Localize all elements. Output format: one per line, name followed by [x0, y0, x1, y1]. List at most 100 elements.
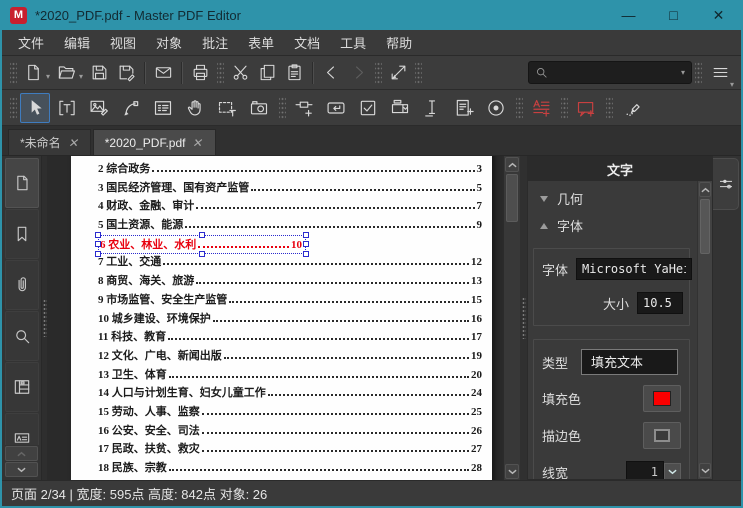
search-panel-button[interactable] — [5, 311, 39, 361]
toc-line[interactable]: 10 城乡建设、环境保护 16 — [98, 310, 482, 329]
toc-line[interactable]: 6 农业、林业、水利 10 — [95, 231, 482, 257]
close-button[interactable]: ✕ — [696, 0, 741, 30]
hand-button[interactable] — [180, 93, 210, 123]
sidebar-scroll-down[interactable] — [5, 462, 38, 477]
toolbar-grip[interactable] — [375, 60, 383, 85]
toc-line[interactable]: 12 文化、广电、新闻出版 19 — [98, 347, 482, 366]
main-menu-button[interactable]: ▾ — [707, 59, 734, 89]
signature-panel-button[interactable] — [5, 413, 39, 445]
search-input[interactable] — [548, 65, 681, 80]
toolbar-grip[interactable] — [695, 60, 702, 85]
attachments-button[interactable] — [5, 260, 39, 310]
document-tab[interactable]: *2020_PDF.pdf ✕ — [92, 129, 216, 155]
copy-button[interactable] — [254, 59, 281, 86]
menu-item[interactable]: 工具 — [330, 30, 376, 55]
fit-content-button[interactable] — [385, 59, 412, 86]
toc-line[interactable]: 14 人口与计划生育、妇女儿童工作 24 — [98, 384, 482, 403]
scroll-down-button[interactable] — [505, 464, 519, 479]
search-box[interactable]: ▾ — [528, 61, 692, 84]
menu-item[interactable]: 文件 — [8, 30, 54, 55]
toolbar-grip[interactable] — [10, 95, 17, 120]
pages-button[interactable] — [5, 158, 39, 208]
snapshot-button[interactable] — [244, 93, 274, 123]
menu-item[interactable]: 视图 — [100, 30, 146, 55]
sidebar-scroll-up[interactable] — [5, 446, 38, 461]
toc-line[interactable]: 17 民政、扶贫、救灾 27 — [98, 440, 482, 459]
menu-item[interactable]: 对象 — [146, 30, 192, 55]
bookmarks-button[interactable] — [5, 209, 39, 259]
toc-line[interactable]: 2 综合政务 3 — [98, 160, 482, 179]
scrollbar-thumb[interactable] — [506, 174, 518, 222]
text-type-dropdown[interactable]: 填充文本 — [581, 349, 679, 375]
toc-line[interactable]: 9 市场监管、安全生产监管 15 — [98, 291, 482, 310]
tab-close-icon[interactable]: ✕ — [67, 136, 80, 150]
section-font[interactable]: 字体 — [528, 212, 697, 239]
text-cursor-button[interactable] — [417, 93, 447, 123]
toolbar-grip[interactable] — [415, 60, 423, 85]
line-width-input[interactable] — [626, 461, 664, 479]
toolbar-grip[interactable] — [516, 95, 523, 120]
line-width-dropdown-button[interactable] — [664, 462, 681, 479]
radio-field-button[interactable] — [481, 93, 511, 123]
enter-key-button[interactable] — [321, 93, 351, 123]
properties-tab-button[interactable] — [713, 158, 739, 210]
document-scrollbar[interactable] — [503, 156, 520, 480]
cut-button[interactable] — [227, 59, 254, 86]
select-text-button[interactable] — [212, 93, 242, 123]
print-button[interactable] — [187, 59, 214, 86]
toolbar-grip[interactable] — [606, 95, 613, 120]
menu-item[interactable]: 帮助 — [376, 30, 422, 55]
save-button[interactable] — [86, 59, 113, 86]
form-listbox-button[interactable] — [148, 93, 178, 123]
toc-line[interactable]: 13 卫生、体育 20 — [98, 366, 482, 385]
dropdown-caret-icon[interactable]: ▾ — [79, 72, 83, 81]
combobox-field-button[interactable] — [385, 93, 415, 123]
menu-item[interactable]: 编辑 — [54, 30, 100, 55]
doc-fields-button[interactable] — [449, 93, 479, 123]
email-button[interactable] — [150, 59, 177, 86]
link-add-button[interactable] — [289, 93, 319, 123]
tab-close-icon[interactable]: ✕ — [192, 136, 205, 150]
toolbar-grip[interactable] — [10, 60, 17, 85]
menu-item[interactable]: 表单 — [238, 30, 284, 55]
panel-splitter[interactable] — [520, 156, 527, 480]
panel-scroll-down[interactable] — [699, 463, 711, 478]
toc-line[interactable]: 5 国土资源、能源 9 — [98, 216, 482, 235]
save-as-button[interactable] — [113, 59, 140, 86]
selection-handle[interactable] — [95, 231, 101, 238]
selection-handle[interactable] — [303, 231, 309, 238]
font-size-input[interactable] — [637, 292, 683, 314]
dropdown-caret-icon[interactable]: ▾ — [46, 72, 50, 81]
menu-item[interactable]: 文档 — [284, 30, 330, 55]
panel-scroll-up[interactable] — [699, 182, 711, 197]
selection-handle[interactable] — [199, 231, 205, 238]
document-tab[interactable]: *未命名 ✕ — [8, 129, 91, 155]
sticky-note-button[interactable] — [571, 93, 601, 123]
scroll-up-button[interactable] — [505, 157, 519, 172]
selection-handle[interactable] — [303, 241, 309, 248]
form-fields-panel-button[interactable] — [5, 362, 39, 412]
paste-button[interactable] — [281, 59, 308, 86]
selection-box[interactable]: 6 农业、林业、水利 10 — [95, 231, 309, 257]
checkbox-field-button[interactable] — [353, 93, 383, 123]
font-name-input[interactable] — [576, 258, 693, 280]
selection-handle[interactable] — [95, 250, 101, 257]
minimize-button[interactable]: — — [606, 0, 651, 30]
new-document-button[interactable] — [20, 59, 47, 86]
toc-line[interactable]: 8 商贸、海关、旅游 13 — [98, 272, 482, 291]
stroke-color-button[interactable] — [643, 422, 681, 449]
toc-line[interactable]: 18 民族、宗教 28 — [98, 459, 482, 478]
edit-text-button[interactable] — [52, 93, 82, 123]
section-geometry[interactable]: 几何 — [528, 185, 697, 212]
selection-handle[interactable] — [303, 250, 309, 257]
toolbar-grip[interactable] — [279, 95, 286, 120]
menu-item[interactable]: 批注 — [192, 30, 238, 55]
edit-image-button[interactable] — [84, 93, 114, 123]
toolbar-grip[interactable] — [561, 95, 568, 120]
add-text-annotation-button[interactable] — [526, 93, 556, 123]
edit-path-button[interactable] — [116, 93, 146, 123]
maximize-button[interactable]: □ — [651, 0, 696, 30]
forward-button[interactable] — [345, 59, 372, 86]
toc-line[interactable]: 16 公安、安全、司法 26 — [98, 422, 482, 441]
search-dropdown-icon[interactable]: ▾ — [681, 68, 685, 77]
